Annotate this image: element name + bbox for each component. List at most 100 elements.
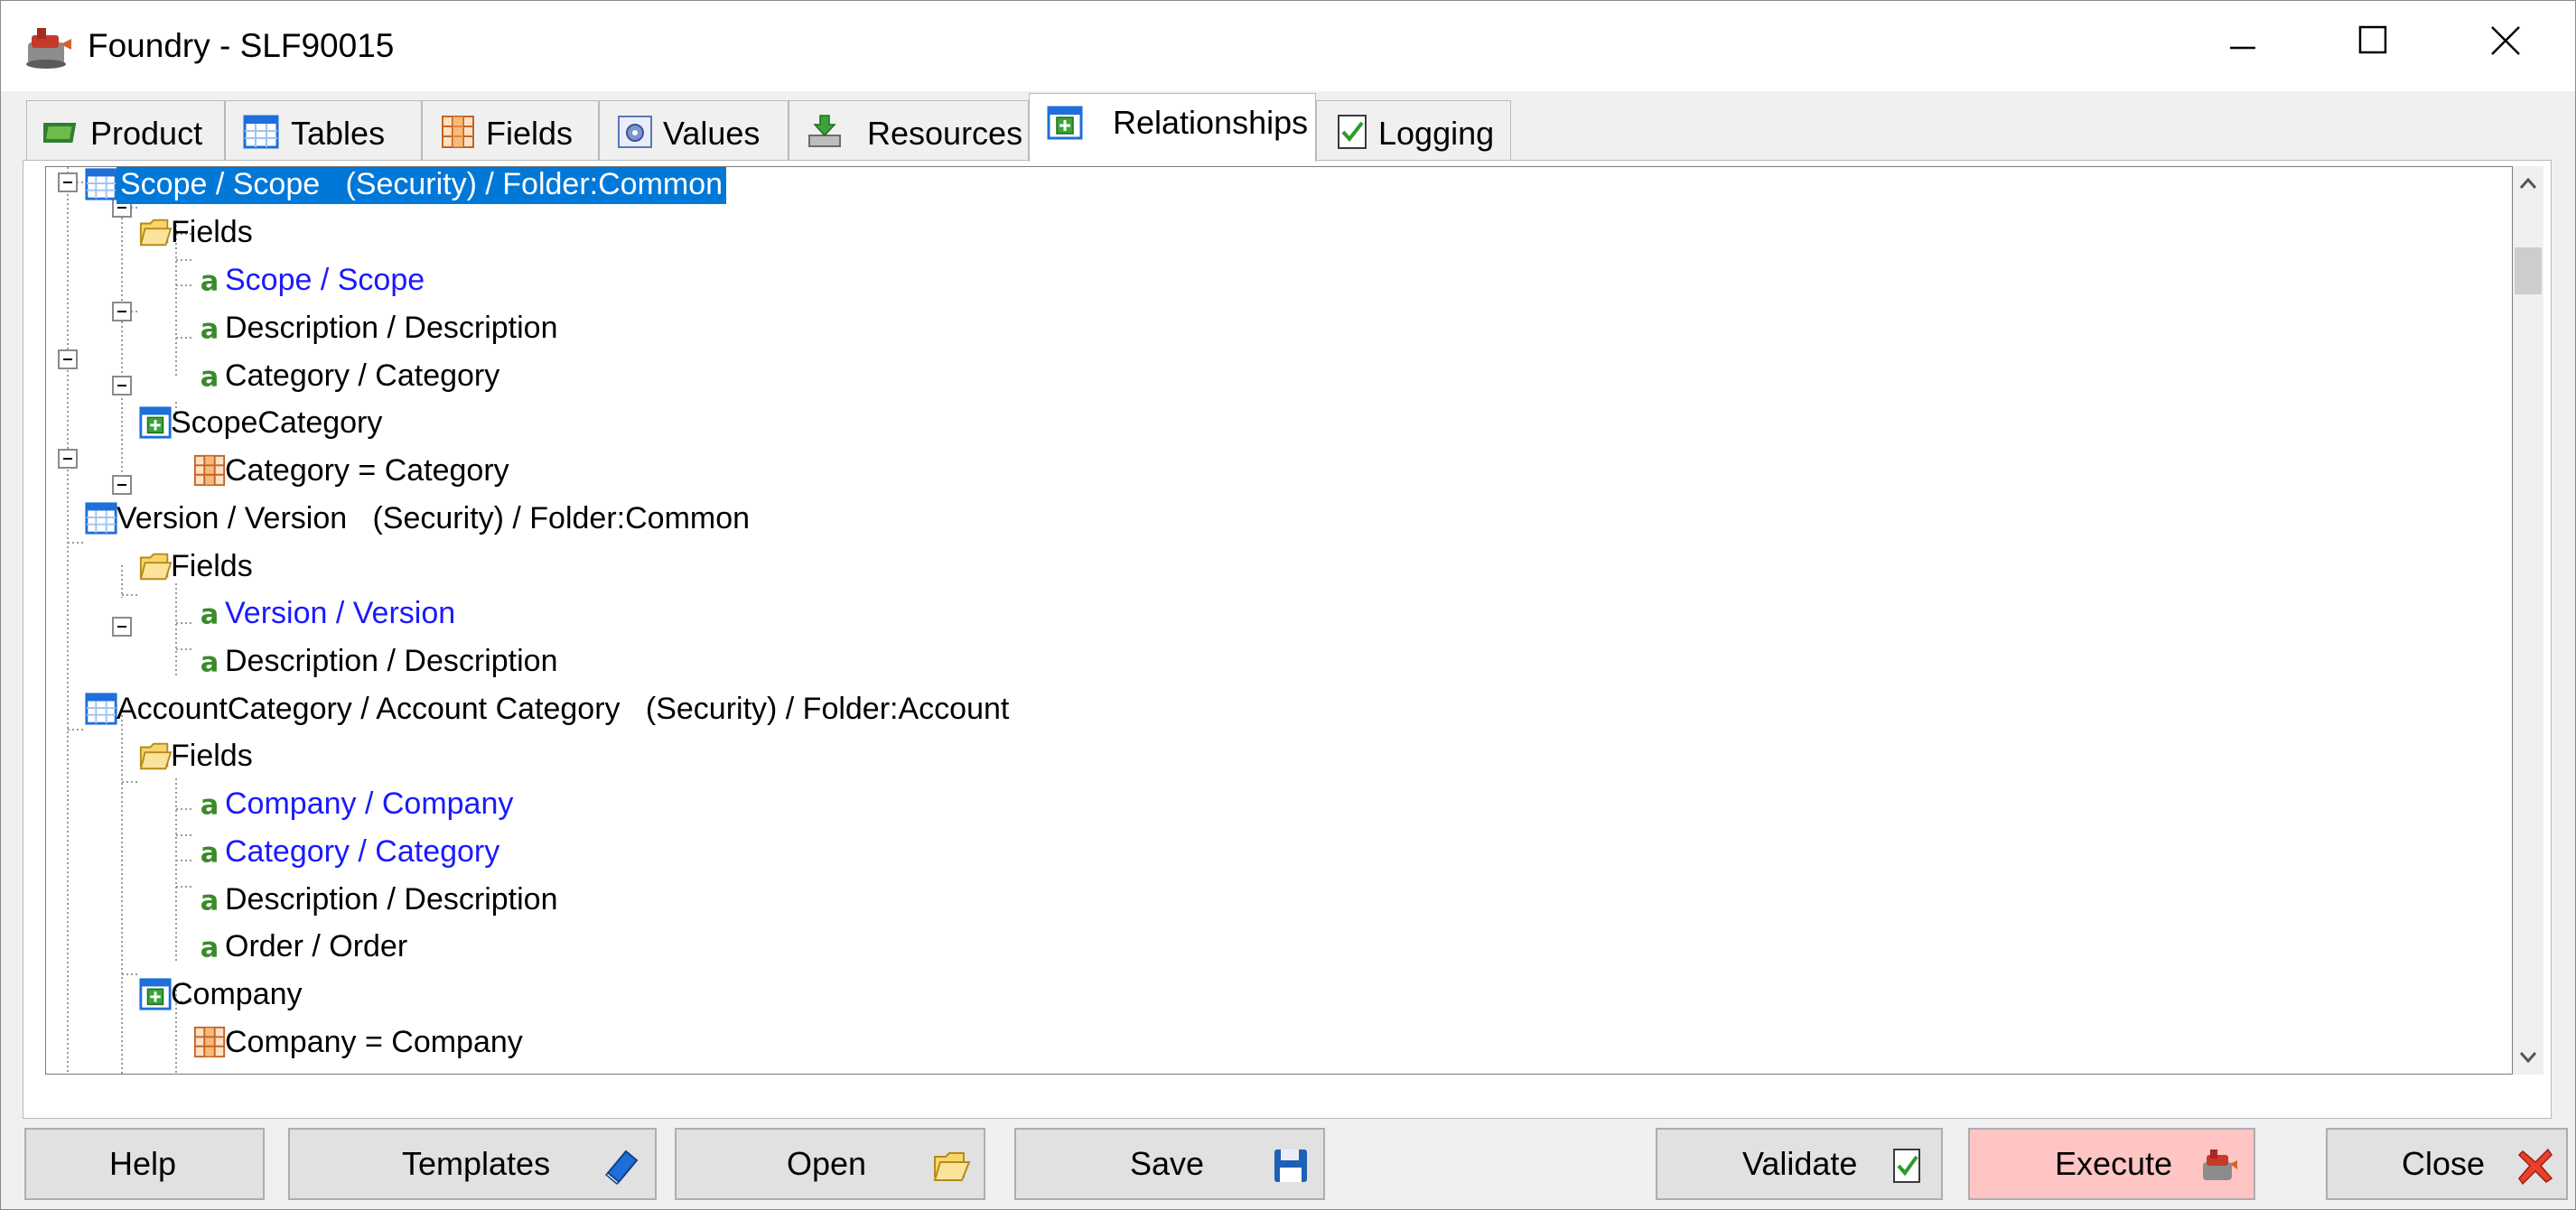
svg-text:a: a [201, 599, 219, 630]
scroll-up-arrow-icon[interactable] [2513, 166, 2543, 202]
tab-fields[interactable]: Fields [422, 100, 599, 160]
tab-values[interactable]: Values [599, 100, 789, 160]
relationship-icon [139, 978, 172, 1010]
tree-node-label[interactable]: Description / Description [225, 880, 557, 919]
red-x-icon [2517, 1148, 2553, 1186]
minimize-icon [2230, 46, 2255, 50]
tab-logging[interactable]: Logging [1316, 100, 1511, 160]
collapse-toggle[interactable] [112, 376, 132, 396]
field-a-icon: a [201, 313, 219, 345]
collapse-toggle[interactable] [112, 475, 132, 495]
svg-text:a: a [201, 837, 219, 869]
templates-button[interactable]: Templates [288, 1128, 657, 1200]
scrollbar-thumb[interactable] [2515, 247, 2542, 294]
svg-text:a: a [201, 789, 219, 821]
tree-node-label[interactable]: Fields [171, 736, 253, 776]
vertical-scrollbar[interactable] [2513, 166, 2543, 1075]
maximize-button[interactable] [2313, 1, 2445, 91]
tree-node-label[interactable]: Version / Version (Security) / Folder:Co… [117, 498, 750, 538]
folder-icon [139, 742, 173, 770]
tree-node-label[interactable]: Order / Order [225, 926, 407, 966]
checklist-icon [1338, 115, 1367, 149]
tree-node-label[interactable]: Category / Category [225, 832, 499, 871]
tree-node-label[interactable]: Category / Category [225, 356, 499, 396]
table-icon [85, 168, 117, 200]
open-button[interactable]: Open [675, 1128, 985, 1200]
help-button[interactable]: Help [24, 1128, 265, 1200]
templates-book-icon [604, 1150, 639, 1186]
execute-button[interactable]: Execute [1968, 1128, 2255, 1200]
join-grid-icon [193, 1026, 226, 1058]
close-button[interactable]: Close [2326, 1128, 2568, 1200]
field-a-icon: a [201, 361, 219, 393]
tree-node-label[interactable]: Fields [171, 546, 253, 586]
save-button[interactable]: Save [1014, 1128, 1325, 1200]
checklist-icon [1893, 1149, 1920, 1183]
tab-label: Relationships [1113, 104, 1309, 141]
open-button-label: Open [787, 1145, 867, 1182]
tree-node-label[interactable]: Company = Company [225, 1022, 523, 1062]
tree-node-label[interactable]: Version / Version [225, 593, 455, 633]
tab-strip: Product Tables Fields Values Resources R… [1, 91, 2575, 162]
relationship-icon [1047, 106, 1083, 140]
collapse-toggle[interactable] [58, 449, 78, 469]
tree-node-label[interactable]: Scope / Scope [225, 260, 425, 300]
svg-text:a: a [201, 313, 219, 345]
save-button-label: Save [1130, 1145, 1205, 1182]
join-grid-icon [193, 454, 226, 487]
relationships-panel: Scope / Scope (Security) / Folder:Common… [23, 160, 2552, 1119]
validate-button[interactable]: Validate [1656, 1128, 1943, 1200]
open-folder-icon [933, 1152, 971, 1181]
templates-button-label: Templates [402, 1145, 551, 1182]
table-icon [85, 502, 117, 535]
table-icon [243, 115, 279, 149]
application-window: Foundry - SLF90015 Product Tables Fields… [0, 0, 2576, 1210]
folder-icon [139, 553, 173, 581]
field-a-icon: a [201, 789, 219, 821]
collapse-toggle[interactable] [112, 302, 132, 321]
field-a-icon: a [201, 885, 219, 917]
save-disk-icon [1274, 1150, 1307, 1182]
folder-icon [139, 219, 173, 247]
tree-node-label[interactable]: Description / Description [225, 308, 557, 348]
tree-node-label[interactable]: Company [171, 974, 303, 1014]
tree-node-label[interactable]: Scope / Scope (Security) / Folder:Common [117, 167, 727, 204]
validate-button-label: Validate [1742, 1145, 1858, 1182]
tree-node-label[interactable]: AccountCategory / Account Category (Secu… [117, 689, 1009, 729]
tab-label: Logging [1378, 115, 1495, 152]
help-button-label: Help [109, 1145, 177, 1182]
scroll-down-arrow-icon[interactable] [2513, 1038, 2543, 1075]
minimize-button[interactable] [2181, 1, 2313, 91]
product-icon [43, 123, 77, 143]
tree-node-label[interactable]: Fields [171, 212, 253, 252]
relationships-tree[interactable]: Scope / Scope (Security) / Folder:Common… [45, 166, 2513, 1075]
title-bar[interactable]: Foundry - SLF90015 [1, 1, 2575, 91]
maximize-icon [2358, 25, 2387, 54]
tab-label: Tables [291, 115, 386, 152]
close-icon [2491, 26, 2520, 55]
collapse-toggle[interactable] [58, 172, 78, 192]
tab-relationships[interactable]: Relationships [1029, 93, 1316, 162]
tab-product[interactable]: Product [26, 100, 225, 160]
tab-label: Fields [486, 115, 574, 152]
tree-node-label[interactable]: Description / Description [225, 641, 557, 681]
window-title: Foundry - SLF90015 [88, 27, 395, 64]
tree-node-label[interactable]: ScopeCategory [171, 403, 382, 442]
tree-node-label[interactable]: Category = Category [225, 451, 509, 490]
tree-node-label[interactable]: Company / Company [225, 784, 513, 824]
window-close-button[interactable] [2445, 1, 2575, 91]
collapse-toggle[interactable] [112, 617, 132, 637]
field-a-icon: a [201, 647, 219, 678]
field-a-icon: a [201, 932, 219, 963]
tab-tables[interactable]: Tables [225, 100, 422, 160]
foundry-icon [26, 28, 71, 69]
field-a-icon: a [201, 599, 219, 630]
fields-grid-icon [442, 116, 474, 148]
tab-label: Product [90, 115, 203, 152]
tab-resources[interactable]: Resources [789, 100, 1029, 160]
values-icon [618, 116, 652, 148]
svg-text:a: a [201, 265, 219, 297]
collapse-toggle[interactable] [58, 349, 78, 369]
tab-label: Resources [867, 115, 1023, 152]
close-button-label: Close [2402, 1145, 2486, 1182]
